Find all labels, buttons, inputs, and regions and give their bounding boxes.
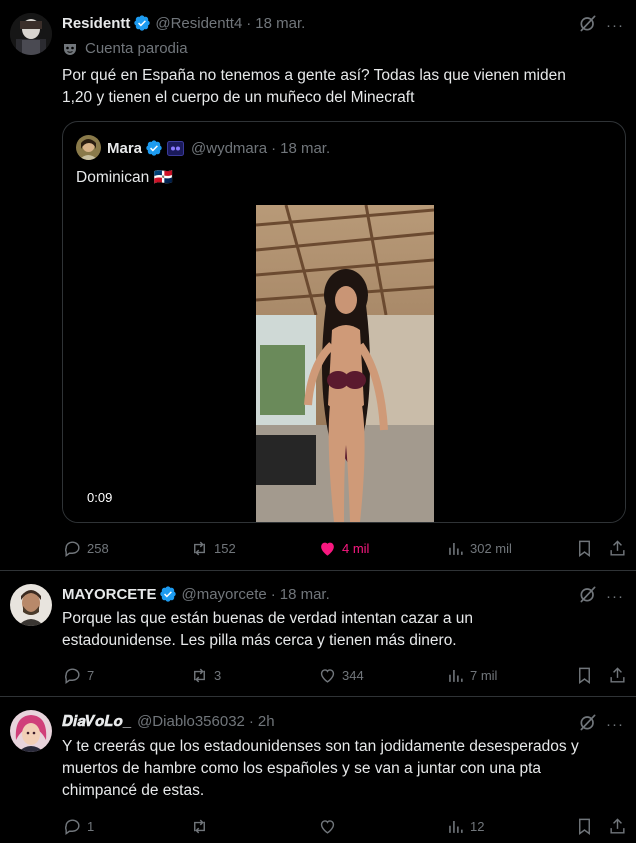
more-options-icon[interactable]: ··· [606, 13, 624, 37]
view-count: 7 mil [470, 667, 498, 683]
retweet-button[interactable]: 3 [190, 663, 221, 687]
quote-author-handle[interactable]: @wydmara [191, 140, 267, 157]
bookmark-button[interactable] [575, 663, 599, 687]
bookmark-icon [579, 818, 590, 835]
reply-button[interactable]: 7 [63, 663, 94, 687]
tweet-date[interactable]: 18 mar. [255, 15, 305, 32]
retweet-count: 3 [214, 667, 222, 683]
view-count: 12 [470, 818, 485, 834]
verified-badge-icon [145, 139, 163, 157]
separator-dot: · [271, 139, 277, 157]
share-icon [610, 666, 625, 683]
avatar-residentt[interactable] [10, 13, 52, 55]
tweet-date[interactable]: 2h [258, 713, 275, 730]
affiliate-badge-icon[interactable] [167, 140, 185, 156]
tweet-text: Por qué en España no tenemos a gente así… [62, 65, 632, 109]
views-chart-icon [449, 542, 463, 555]
quote-author-name[interactable]: Mara [107, 140, 142, 157]
author-handle[interactable]: @Residentt4 [155, 15, 242, 32]
avatar-mayorcete[interactable] [10, 584, 52, 626]
grok-icon[interactable] [578, 13, 598, 33]
share-button[interactable] [608, 536, 632, 560]
tweet-text-line: muertos de hambre como los españoles y s… [62, 760, 542, 777]
separator-dot: · [246, 14, 252, 32]
retweet-count: 152 [214, 540, 236, 556]
verified-badge-icon [133, 14, 151, 32]
reply-icon [65, 540, 80, 557]
retweet-icon [194, 541, 205, 555]
like-button[interactable]: 344 [318, 663, 364, 687]
quote-text: Dominican 🇩🇴 [76, 169, 173, 186]
separator-dot: · [270, 585, 276, 603]
parody-mask-icon [62, 41, 78, 57]
author-handle[interactable]: @mayorcete [181, 586, 266, 603]
reply-count: 1 [87, 818, 95, 834]
grok-icon[interactable] [578, 584, 598, 604]
author-name[interactable]: Residentt [62, 15, 130, 32]
tweet-text-line: Y te creerás que los estadounidenses son… [62, 738, 579, 755]
separator-dot: · [248, 713, 254, 730]
share-button[interactable] [608, 814, 632, 838]
tweet-actions: 1 12 [0, 814, 636, 838]
tweet-text-line: Porque las que están buenas de verdad in… [62, 610, 474, 627]
like-button[interactable] [318, 814, 342, 838]
reply-count: 7 [87, 667, 95, 683]
views-button[interactable]: 302 mil [446, 536, 512, 560]
verified-badge-icon [159, 585, 177, 603]
views-chart-icon [449, 820, 463, 833]
reply-button[interactable]: 258 [63, 536, 109, 560]
retweet-icon [194, 668, 205, 682]
tweet-date[interactable]: 18 mar. [280, 586, 330, 603]
reply-count: 258 [87, 540, 109, 556]
tweet-text-line: Por qué en España no tenemos a gente así… [62, 67, 566, 84]
more-options-icon[interactable]: ··· [606, 584, 624, 608]
bookmark-icon [579, 540, 590, 557]
tweet-actions: 7 3 344 7 mil [0, 663, 636, 687]
views-button[interactable]: 12 [446, 814, 484, 838]
tweet-text-line: chimpancé de estas. [62, 782, 205, 799]
author-name[interactable]: 𝑫𝒊𝒂𝑽𝒐𝑳𝒐_ [62, 713, 131, 730]
video-thumbnail[interactable] [256, 205, 434, 522]
avatar-diavolo[interactable] [10, 710, 52, 752]
video-player[interactable]: 0:09 [63, 202, 625, 522]
tweet-residentt[interactable]: Residentt @Residentt4 · 18 mar. ··· Cuen… [0, 0, 636, 570]
retweet-button[interactable]: 152 [190, 536, 236, 560]
tweet-diavolo[interactable]: 𝑫𝒊𝒂𝑽𝒐𝑳𝒐_ @Diablo356032 · 2h ··· Y te cre… [0, 697, 636, 843]
like-count: 4 mil [342, 540, 370, 556]
grok-icon[interactable] [578, 712, 598, 732]
share-icon [610, 817, 625, 834]
quote-avatar-mara[interactable] [76, 135, 101, 160]
bookmark-button[interactable] [575, 814, 599, 838]
parody-label: Cuenta parodia [85, 40, 188, 57]
tweet-text-line: estadounidense. Les pilla más cerca y ti… [62, 632, 457, 649]
quote-date[interactable]: 18 mar. [280, 140, 330, 157]
tweet-text: Y te creerás que los estadounidenses son… [62, 736, 632, 802]
heart-icon [320, 819, 335, 834]
reply-button[interactable]: 1 [63, 814, 94, 838]
video-duration: 0:09 [85, 489, 115, 506]
like-count: 344 [342, 667, 364, 683]
quoted-tweet[interactable]: Mara @wydmara · 18 mar. Dominican 🇩🇴 0:0… [62, 121, 626, 523]
reply-icon [65, 667, 80, 684]
retweet-icon [194, 819, 205, 833]
view-count: 302 mil [470, 540, 512, 556]
views-chart-icon [449, 669, 463, 682]
heart-icon [320, 668, 335, 683]
tweet-actions: 258 152 4 mil 302 mil [0, 536, 636, 560]
tweet-text-line: 1,20 y tienen el cuerpo de un muñeco del… [62, 89, 415, 106]
bookmark-icon [579, 667, 590, 684]
views-button[interactable]: 7 mil [446, 663, 497, 687]
retweet-button[interactable] [190, 814, 214, 838]
share-icon [610, 539, 625, 556]
share-button[interactable] [608, 663, 632, 687]
bookmark-button[interactable] [575, 536, 599, 560]
author-handle[interactable]: @Diablo356032 [137, 713, 245, 730]
tweet-mayorcete[interactable]: MAYORCETE @mayorcete · 18 mar. ··· Porqu… [0, 571, 636, 694]
heart-filled-icon [321, 542, 334, 556]
more-options-icon[interactable]: ··· [606, 712, 624, 736]
tweet-text: Porque las que están buenas de verdad in… [62, 608, 632, 652]
author-name[interactable]: MAYORCETE [62, 586, 156, 603]
like-button[interactable]: 4 mil [318, 536, 369, 560]
reply-icon [65, 818, 80, 835]
